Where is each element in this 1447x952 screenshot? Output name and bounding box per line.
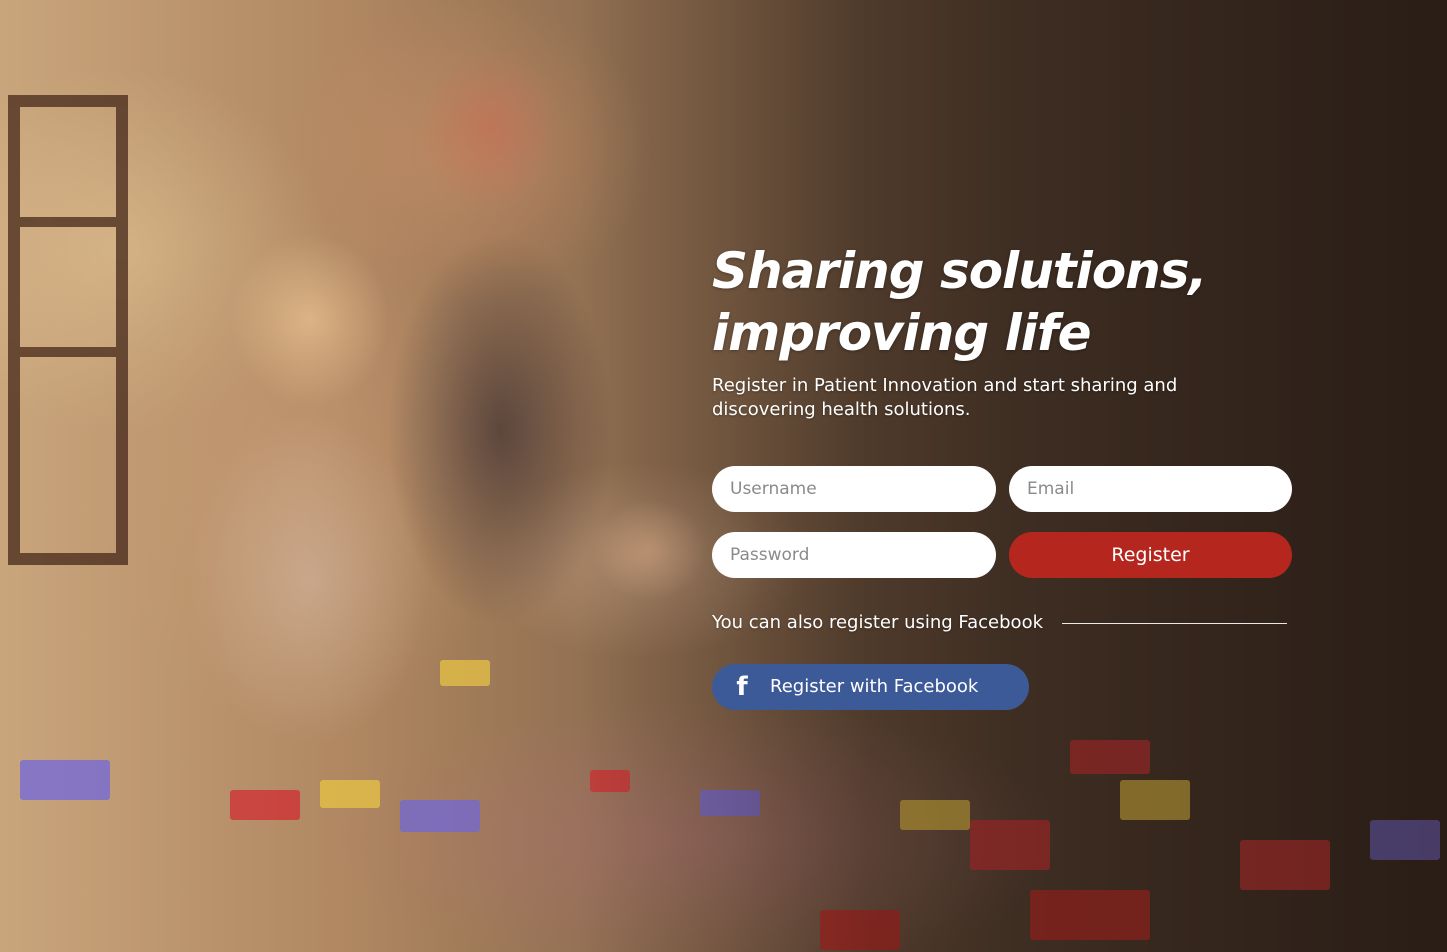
facebook-button-label: Register with Facebook: [770, 676, 979, 697]
username-input[interactable]: [712, 466, 996, 512]
register-with-facebook-button[interactable]: f Register with Facebook: [712, 664, 1029, 710]
registration-panel: Sharing solutions, improving life Regist…: [712, 240, 1292, 710]
password-input[interactable]: [712, 532, 996, 578]
facebook-alternative-text: You can also register using Facebook: [712, 612, 1044, 633]
subtitle: Register in Patient Innovation and start…: [712, 375, 1178, 420]
registration-landing: Sharing solutions, improving life Regist…: [0, 0, 1447, 952]
register-button[interactable]: Register: [1009, 532, 1292, 578]
facebook-divider-row: You can also register using Facebook: [712, 610, 1292, 636]
headline-line-2: improving life: [712, 304, 1092, 362]
divider-line: [1062, 623, 1287, 624]
headline-line-1: Sharing solutions,: [712, 242, 1208, 300]
facebook-icon: f: [736, 672, 748, 702]
headline: Sharing solutions, improving life: [712, 240, 1292, 364]
email-input[interactable]: [1009, 466, 1292, 512]
